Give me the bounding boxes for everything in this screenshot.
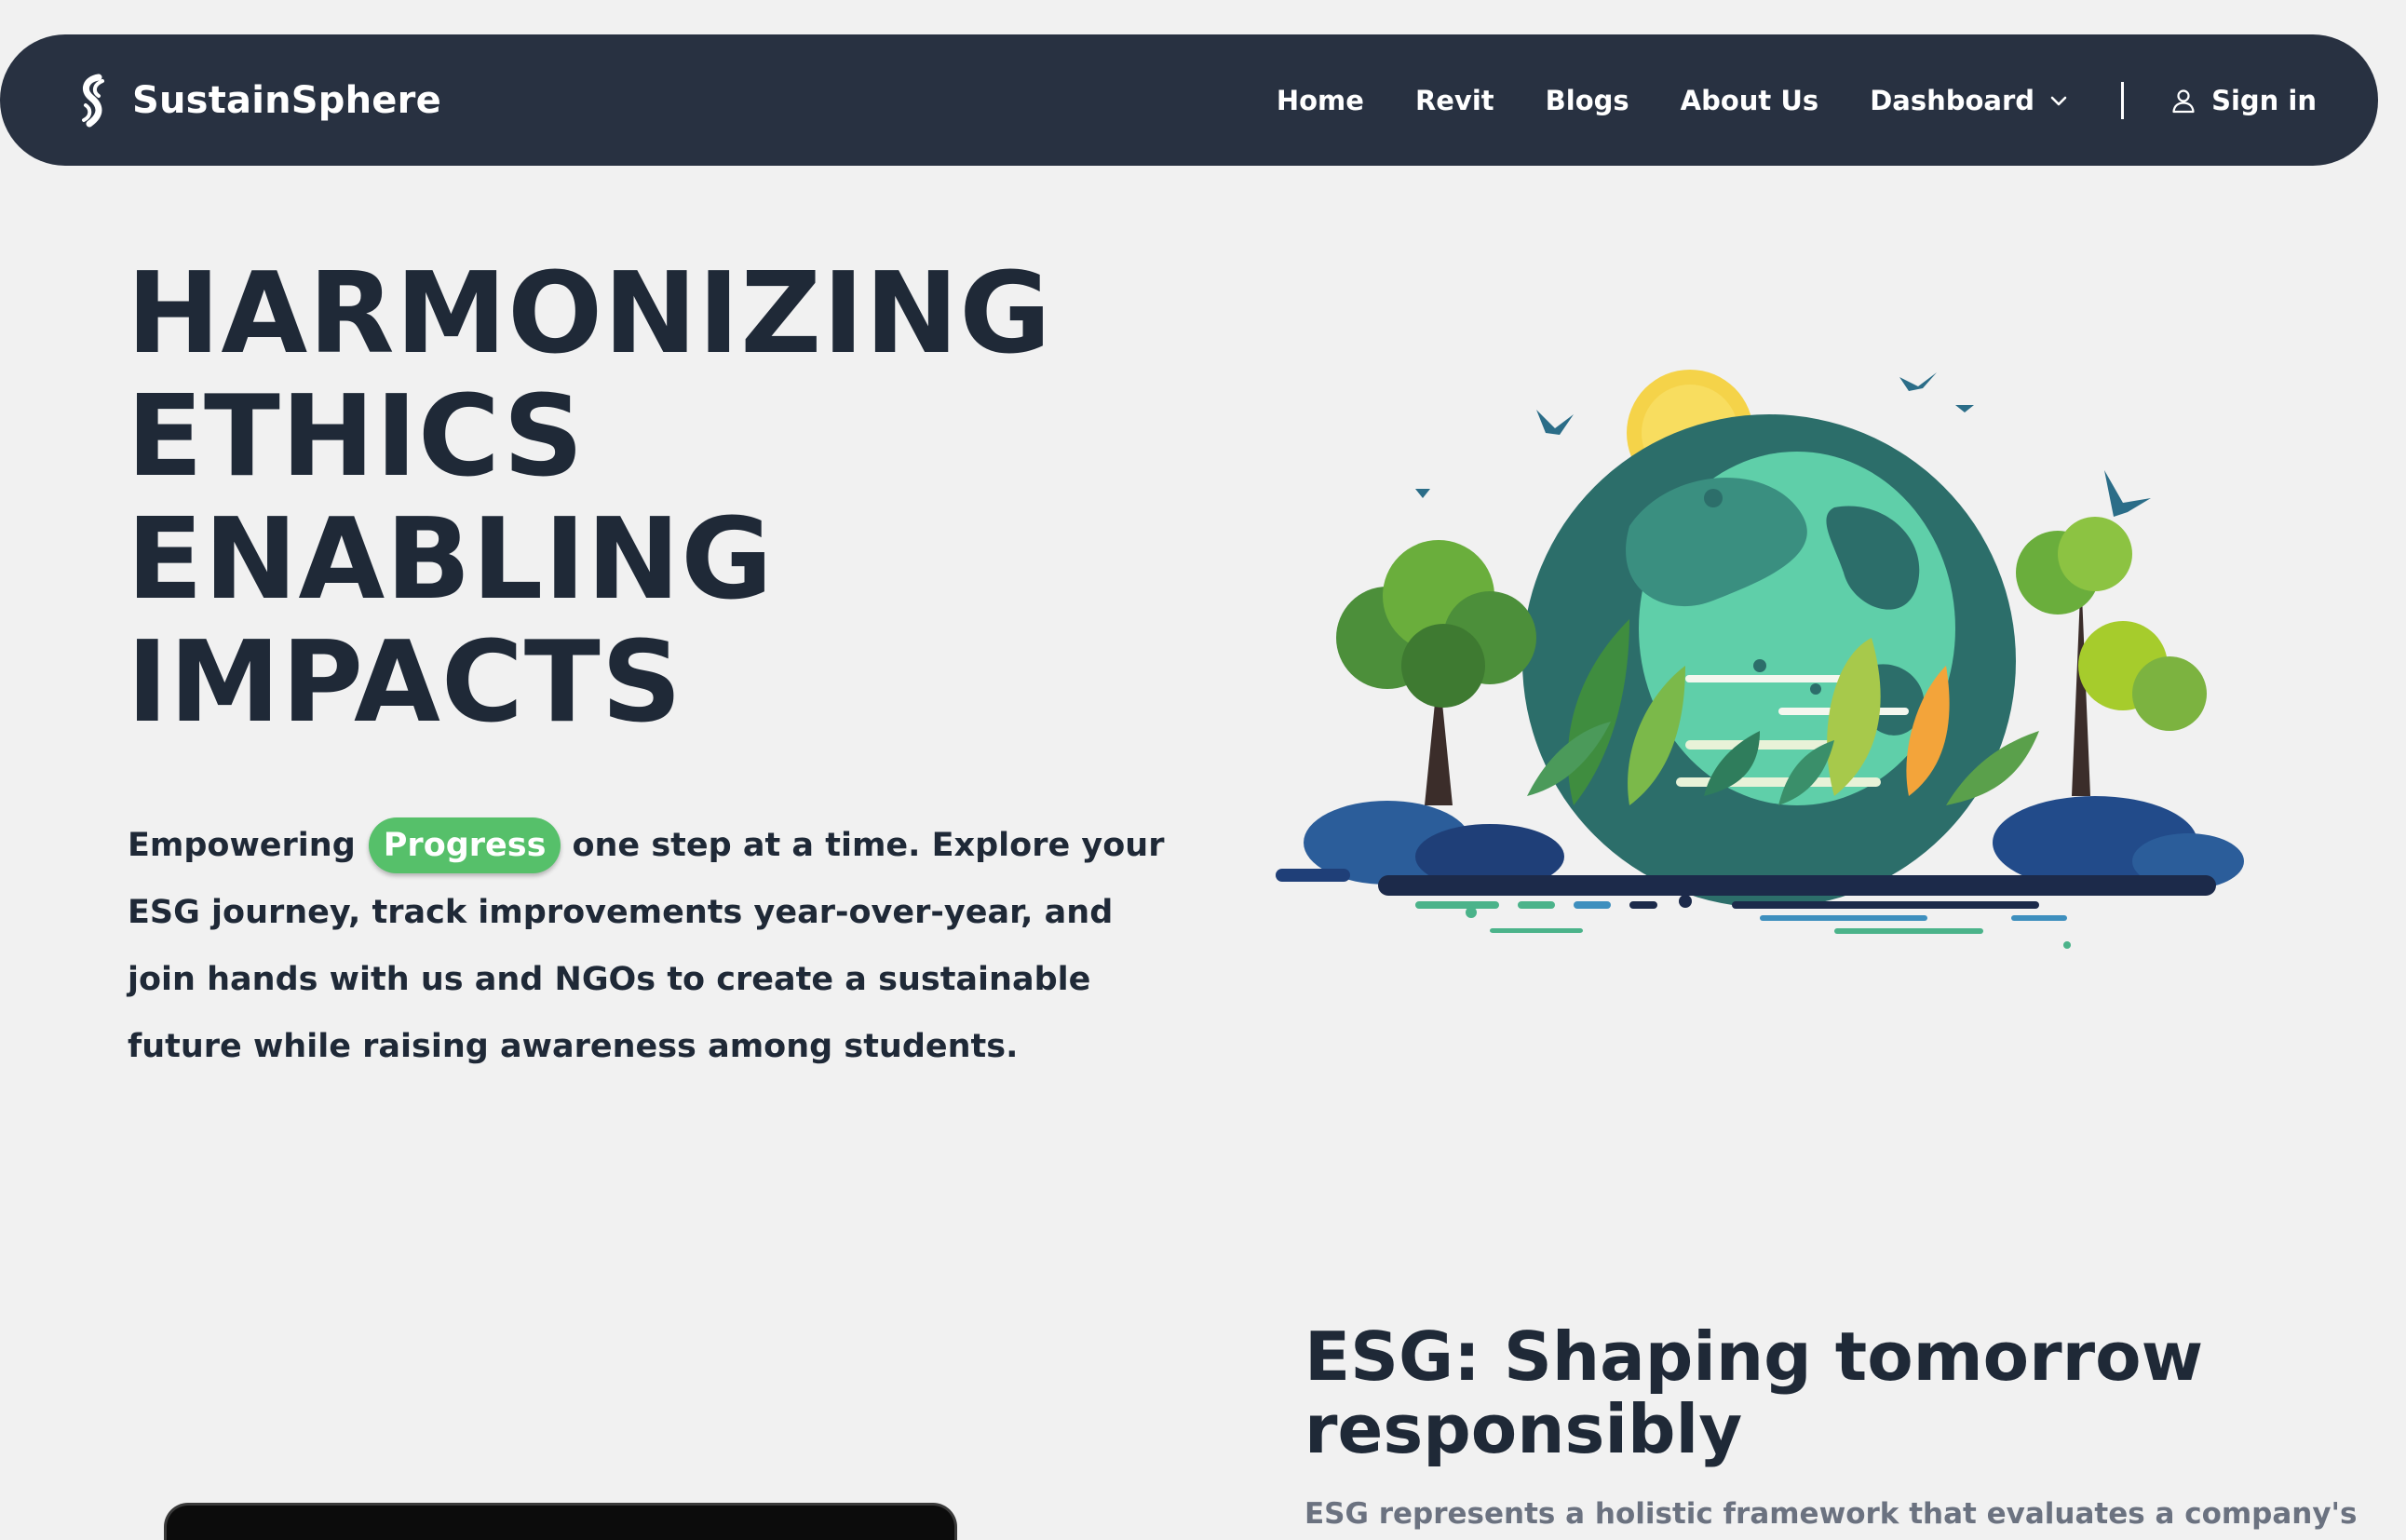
nav-blogs-link[interactable]: Blogs <box>1546 85 1629 116</box>
earth-nature-illustration <box>1276 370 2244 949</box>
chevron-down-icon <box>2050 96 2067 105</box>
hero-title: HARMONIZING ETHICS ENABLING IMPACTS <box>127 253 1052 745</box>
nav-divider <box>2121 81 2125 119</box>
nav-revit-link[interactable]: Revit <box>1415 85 1494 116</box>
brand[interactable]: SustainSphere <box>74 74 441 128</box>
hero-title-line: ENABLING <box>127 495 774 625</box>
sign-in-label: Sign in <box>2211 84 2317 116</box>
hero-title-line: IMPACTS <box>127 618 683 748</box>
hero-title-line: ETHICS <box>127 372 585 502</box>
dashboard-label: Dashboard <box>1870 84 2035 116</box>
navbar: SustainSphere Home Revit Blogs About Us … <box>0 34 2378 166</box>
hero-title-line: HARMONIZING <box>127 250 1052 379</box>
progress-badge: Progress <box>368 817 561 873</box>
esg-section-title: ESG: Shaping tomorrow responsibly <box>1304 1317 2204 1468</box>
nav-home-link[interactable]: Home <box>1277 85 1364 116</box>
hero-text-before: Empowering <box>128 827 356 864</box>
device-mockup-frame <box>164 1503 957 1540</box>
hero-description: Empowering Progress one step at a time. Ex… <box>128 812 1189 1080</box>
user-icon <box>2172 88 2195 113</box>
nav-links: Home Revit Blogs About Us Dashboard Sign… <box>1277 81 2317 119</box>
sustainsphere-logo-icon <box>82 74 104 127</box>
brand-name: SustainSphere <box>132 78 441 122</box>
dashboard-dropdown[interactable]: Dashboard <box>1870 85 2070 116</box>
sign-in-button[interactable]: Sign in <box>2170 85 2317 116</box>
nav-about-link[interactable]: About Us <box>1681 85 1819 116</box>
esg-section-text: ESG represents a holistic framework that… <box>1304 1497 2358 1531</box>
